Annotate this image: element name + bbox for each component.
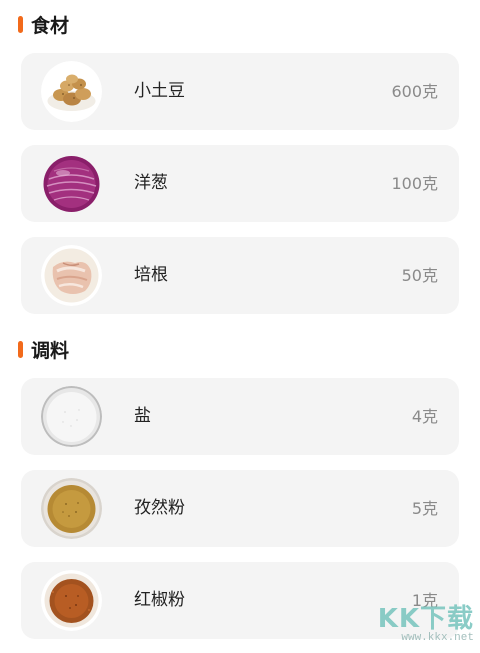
- seasoning-item[interactable]: 盐 4克: [21, 378, 459, 455]
- watermark-url: www.kkx.net: [401, 632, 474, 644]
- seasoning-quantity: 5克: [411, 499, 438, 518]
- watermark-logo: KK下载: [377, 604, 474, 634]
- seasoning-quantity: 4克: [411, 407, 438, 426]
- section-title: 食材: [31, 14, 70, 37]
- seasoning-name: 盐: [134, 406, 151, 426]
- ingredient-item[interactable]: 小土豆 600克: [21, 53, 459, 130]
- section-header-ingredients: 食材: [18, 9, 69, 39]
- ingredient-name: 培根: [134, 265, 168, 285]
- watermark: KK下载 www.kkx.net: [377, 598, 474, 644]
- salt-icon: [41, 386, 102, 447]
- seasoning-item[interactable]: 孜然粉 5克: [21, 470, 459, 547]
- ingredient-name: 洋葱: [134, 173, 168, 193]
- ingredient-quantity: 600克: [391, 82, 438, 101]
- ingredient-quantity: 50克: [401, 266, 438, 285]
- cumin-powder-icon: [41, 478, 102, 539]
- paprika-powder-icon: [41, 570, 102, 631]
- seasoning-name: 红椒粉: [134, 590, 185, 610]
- seasoning-name: 孜然粉: [134, 498, 185, 518]
- section-accent-bar: [18, 15, 23, 33]
- recipe-ingredients-page: 食材 小土豆 600克 洋葱 100克 培根 50克 调料 盐 4克 孜然粉 5…: [0, 0, 480, 653]
- section-header-seasonings: 调料: [18, 334, 69, 364]
- ingredient-name: 小土豆: [134, 81, 185, 101]
- potatoes-icon: [41, 61, 102, 122]
- red-onion-icon: [41, 153, 102, 214]
- bacon-icon: [41, 245, 102, 306]
- section-accent-bar: [18, 340, 23, 358]
- ingredient-item[interactable]: 培根 50克: [21, 237, 459, 314]
- ingredient-item[interactable]: 洋葱 100克: [21, 145, 459, 222]
- section-title: 调料: [31, 339, 70, 362]
- ingredient-quantity: 100克: [391, 174, 438, 193]
